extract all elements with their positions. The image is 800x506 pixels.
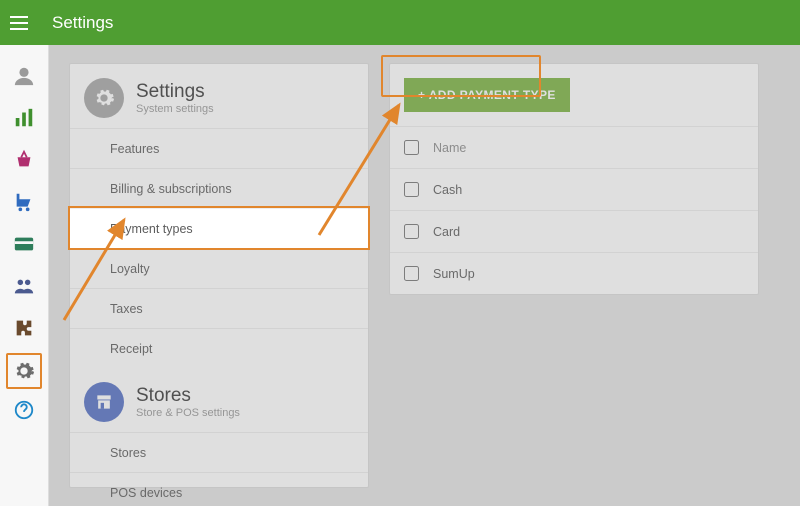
help-icon[interactable] [0, 389, 49, 431]
settings-nav-highlight[interactable] [6, 353, 42, 389]
left-nav [0, 45, 49, 506]
settings-menu-card: Settings System settings FeaturesBilling… [69, 63, 369, 488]
menu-item-pos-devices[interactable]: POS devices [70, 472, 368, 506]
menu-item-taxes[interactable]: Taxes [70, 288, 368, 328]
column-name: Name [433, 141, 466, 155]
card-icon[interactable] [0, 223, 49, 265]
handcart-icon[interactable] [0, 181, 49, 223]
menu-item-loyalty[interactable]: Loyalty [70, 248, 368, 288]
payment-type-row[interactable]: Card [390, 210, 758, 252]
stores-section-header: Stores Store & POS settings [70, 368, 368, 432]
menu-icon[interactable] [10, 11, 34, 35]
settings-subtitle: System settings [136, 103, 214, 115]
row-checkbox[interactable] [404, 182, 419, 197]
user-icon[interactable] [0, 55, 49, 97]
row-checkbox[interactable] [404, 266, 419, 281]
row-checkbox[interactable] [404, 224, 419, 239]
gear-icon [84, 78, 124, 118]
select-all-checkbox[interactable] [404, 140, 419, 155]
menu-item-stores[interactable]: Stores [70, 432, 368, 472]
row-label: Cash [433, 183, 462, 197]
menu-item-payment-types[interactable]: Payment types [70, 208, 368, 248]
add-button-label: + ADD PAYMENT TYPE [418, 88, 556, 102]
settings-section-header: Settings System settings [70, 64, 368, 128]
chart-icon[interactable] [0, 97, 49, 139]
row-label: SumUp [433, 267, 475, 281]
content-area: Settings System settings FeaturesBilling… [49, 45, 800, 506]
add-payment-type-button[interactable]: + ADD PAYMENT TYPE [404, 78, 570, 112]
store-icon [84, 382, 124, 422]
menu-item-features[interactable]: Features [70, 128, 368, 168]
stores-title: Stores [136, 385, 240, 407]
payment-types-card: + ADD PAYMENT TYPE Name Cash Card SumUp [389, 63, 759, 295]
gear-icon [13, 360, 35, 382]
menu-item-billing-subscriptions[interactable]: Billing & subscriptions [70, 168, 368, 208]
settings-title: Settings [136, 81, 214, 103]
payment-type-row[interactable]: Cash [390, 168, 758, 210]
menu-item-receipt[interactable]: Receipt [70, 328, 368, 368]
page-title: Settings [52, 13, 113, 33]
puzzle-icon[interactable] [0, 307, 49, 349]
payment-type-row[interactable]: SumUp [390, 252, 758, 294]
top-bar: Settings [0, 0, 800, 45]
basket-icon[interactable] [0, 139, 49, 181]
group-icon[interactable] [0, 265, 49, 307]
row-label: Card [433, 225, 460, 239]
payment-types-header-row: Name [390, 126, 758, 168]
stores-subtitle: Store & POS settings [136, 407, 240, 419]
